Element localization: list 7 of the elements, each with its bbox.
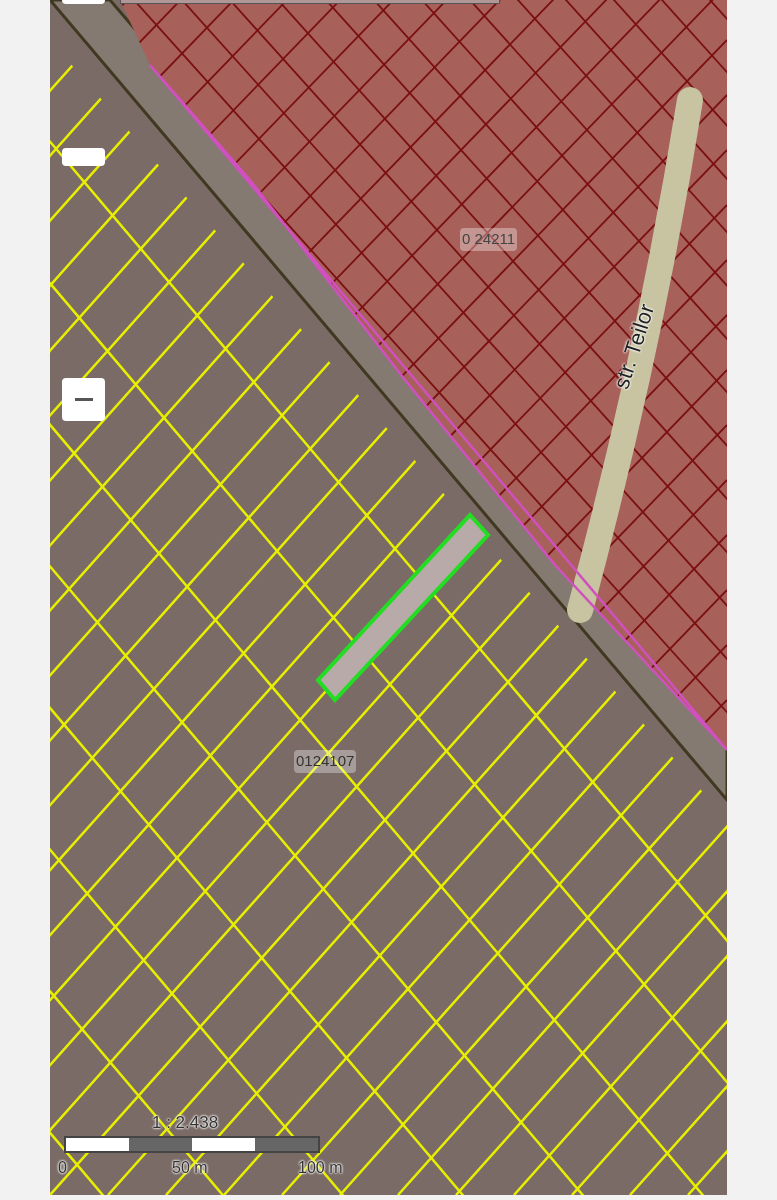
scale-ratio: 1 : 2.438 <box>152 1112 220 1134</box>
zoom-out-button[interactable] <box>62 378 105 421</box>
parcel-label: 0 24211 <box>460 228 518 251</box>
street-label: str. Teilor <box>607 299 661 394</box>
scale-tick-label: 0 <box>58 1157 67 1178</box>
minus-icon <box>74 397 93 402</box>
map-control-button[interactable] <box>62 148 105 166</box>
